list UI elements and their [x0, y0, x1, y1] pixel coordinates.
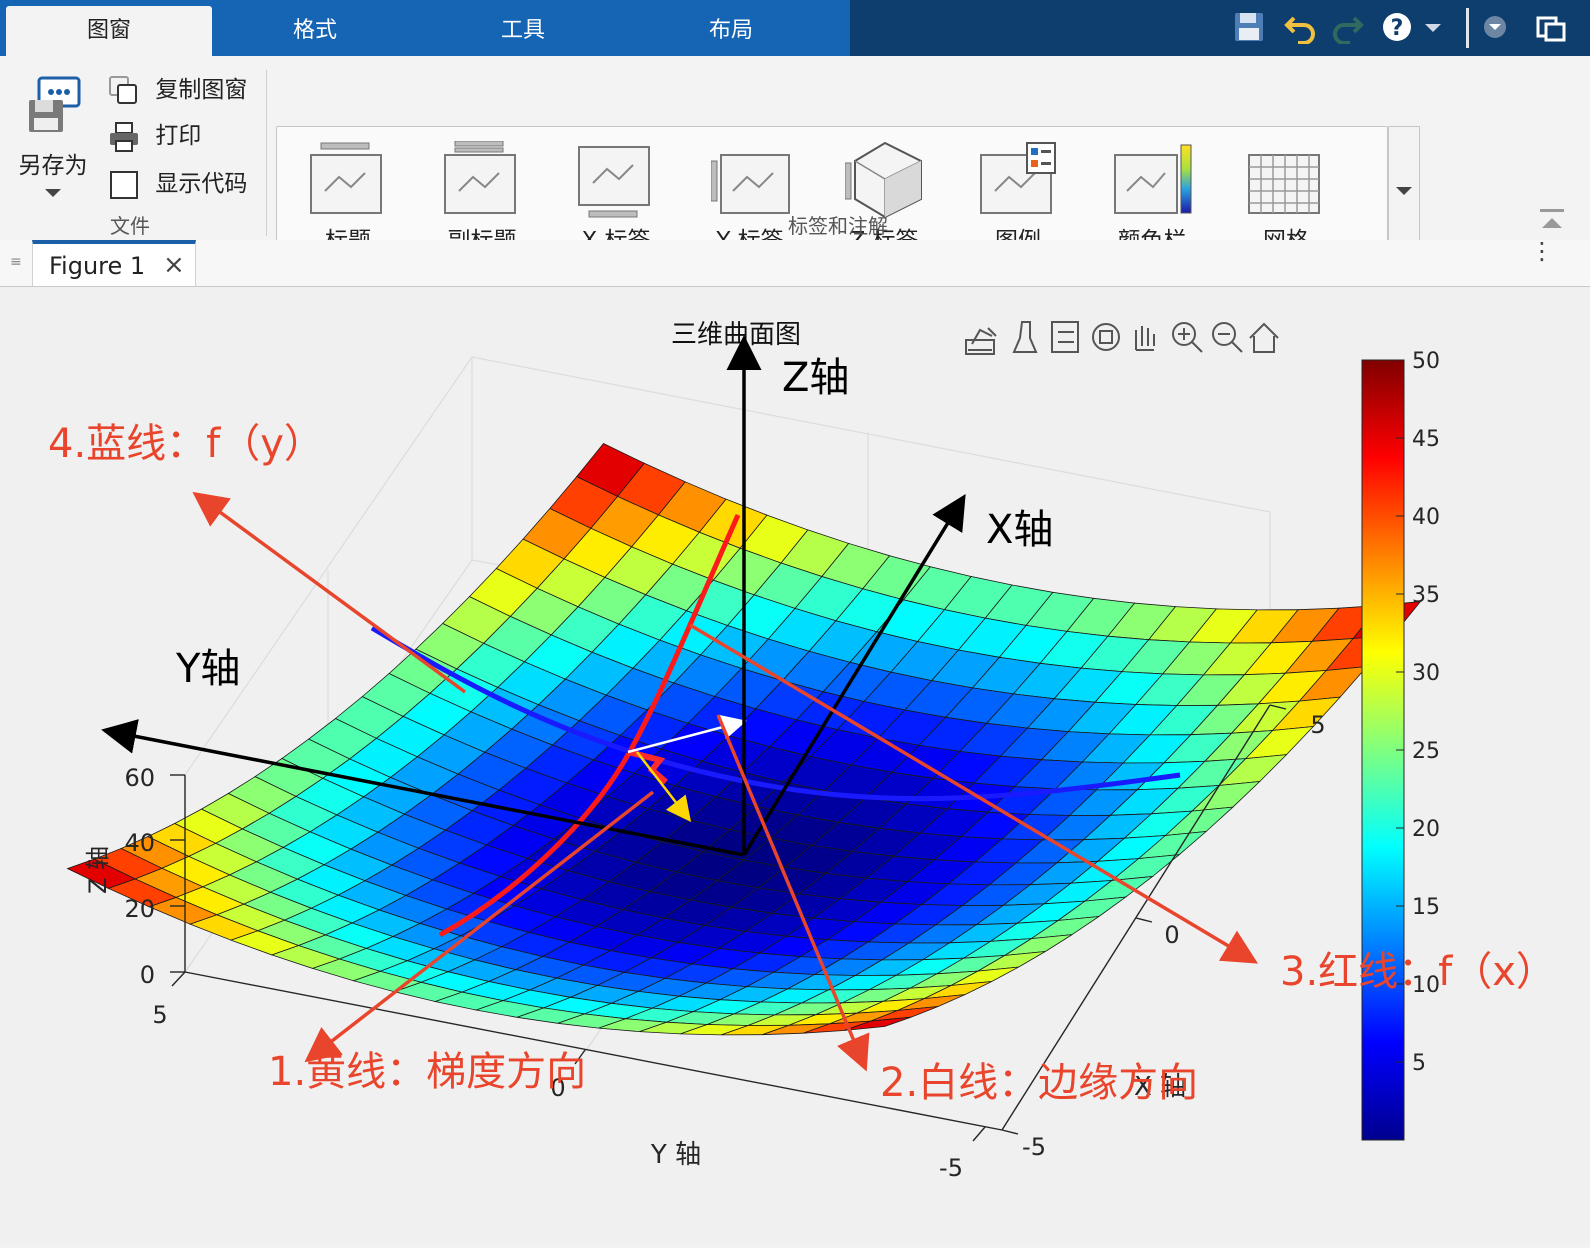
printer-icon [110, 121, 138, 152]
colorbar-tick-label: 40 [1412, 505, 1440, 530]
annotation-note1: 1.黄线：梯度方向 [268, 1049, 586, 1095]
colorbar-icon [1114, 144, 1192, 214]
undock-icon[interactable] [1534, 10, 1568, 44]
tab-tools[interactable]: 工具 [420, 6, 626, 56]
z-axis-label: Z 轴 [84, 846, 112, 894]
title-button[interactable]: 标题 [281, 133, 415, 257]
plot-svg: 60 40 20 0 Z 轴 5 0 -5 Y 轴 -5 0 5 X 轴 三维曲… [48, 320, 1556, 1182]
colorbar-tick-label: 35 [1412, 583, 1440, 608]
copy-icon [109, 75, 137, 104]
chevron-down-icon [45, 189, 61, 197]
z-tick-label: 0 [140, 961, 155, 989]
dropdown-icon[interactable] [1422, 10, 1444, 44]
colorbar-tick-label: 20 [1412, 817, 1440, 842]
colorbar-tick-label: 30 [1412, 661, 1440, 686]
colorbar-tick-label: 15 [1412, 895, 1440, 920]
zlabel-icon [845, 141, 922, 219]
colorbar-tick-label: 25 [1412, 739, 1440, 764]
brush-icon[interactable] [1012, 321, 1038, 353]
y-tick-label: -5 [939, 1154, 963, 1182]
colorbar-tick-label: 50 [1412, 349, 1440, 374]
pan-icon[interactable] [1135, 326, 1155, 351]
toolstrip-title-bar: 图窗 格式 工具 布局 ? [0, 0, 1590, 56]
home-icon[interactable] [1249, 322, 1279, 353]
figure-tab-title: Figure 1 [49, 252, 146, 280]
colorbar-tick-label: 45 [1412, 427, 1440, 452]
annotation-x-axis: X轴 [986, 507, 1053, 553]
collapse-ribbon-icon[interactable] [1538, 206, 1566, 232]
tab-layout[interactable]: 布局 [628, 6, 834, 56]
x-tick-label: 5 [1310, 711, 1325, 739]
colorbar-button[interactable]: 颜色栏 [1085, 133, 1219, 257]
y-tick-label: 5 [152, 1001, 167, 1029]
annotation-note2: 2.白线：边缘方向 [880, 1060, 1198, 1106]
subtitle-icon [444, 141, 516, 214]
z-tick-label: 20 [124, 895, 155, 923]
z-tick-label: 40 [124, 829, 155, 857]
file-group-label: 文件 [110, 214, 150, 238]
save-as-icon [29, 76, 81, 132]
data-tips-icon[interactable] [1051, 321, 1079, 353]
undo-icon[interactable] [1284, 10, 1318, 44]
title-icon [310, 142, 382, 214]
subtitle-button[interactable]: 副标题 [415, 133, 549, 257]
xlabel-button[interactable]: X 标签 [549, 133, 683, 257]
x-tick-label: -5 [1022, 1133, 1046, 1161]
labels-group-label: 标签和注解 [788, 214, 888, 238]
save-as-label: 另存为 [18, 153, 88, 179]
xlabel-icon [578, 146, 650, 218]
ribbon: 另存为 复制图窗 打印 显示代码 文件 标题 [0, 56, 1590, 260]
annotation-note3: 3.红线：f（x） [1280, 949, 1556, 995]
copy-figure-label: 复制图窗 [155, 77, 248, 103]
figure-tab[interactable]: Figure 1 × [32, 240, 196, 286]
legend-button[interactable]: 图例 [951, 133, 1085, 257]
close-icon[interactable]: × [163, 250, 185, 280]
help-icon[interactable]: ? [1380, 10, 1414, 44]
ylabel-icon [711, 154, 790, 214]
show-code-checkbox[interactable]: 显示代码 [108, 164, 247, 201]
colorbar-tick-label: 5 [1412, 1051, 1426, 1076]
z-tick-label: 60 [124, 764, 155, 792]
panel-menu-icon[interactable]: ≡ [10, 254, 22, 270]
print-label: 打印 [155, 123, 202, 149]
annotation-y-axis: Y轴 [175, 646, 240, 692]
more-options-icon[interactable]: ⋮ [1530, 239, 1554, 263]
chart-title: 三维曲面图 [671, 320, 801, 350]
save-icon[interactable] [1232, 10, 1266, 44]
checkbox-icon [110, 170, 138, 199]
zoom-in-icon[interactable] [1172, 322, 1203, 353]
ribbon-tab-strip: 图窗 格式 工具 布局 [0, 0, 850, 56]
collapse-icon[interactable] [1478, 10, 1512, 44]
redo-icon[interactable] [1330, 10, 1364, 44]
toolbar-divider [1466, 8, 1469, 48]
save-as-button[interactable]: 另存为 [10, 72, 96, 212]
tab-figure[interactable]: 图窗 [6, 6, 212, 56]
annotation-note4: 4.蓝线：f（y） [48, 421, 324, 467]
annotation-z-axis: Z轴 [782, 355, 849, 401]
grid-button[interactable]: 网格 [1219, 133, 1353, 257]
legend-icon [980, 142, 1056, 214]
export-icon[interactable] [965, 327, 997, 355]
print-button[interactable]: 打印 [108, 116, 201, 153]
zoom-out-icon[interactable] [1212, 322, 1243, 353]
show-code-label: 显示代码 [155, 171, 248, 197]
figure-canvas: 60 40 20 0 Z 轴 5 0 -5 Y 轴 -5 0 5 X 轴 三维曲… [0, 287, 1590, 1244]
y-axis-label: Y 轴 [650, 1140, 701, 1170]
axes-toolbar [965, 321, 1279, 355]
svg-text:?: ? [1391, 16, 1404, 41]
copy-figure-button[interactable]: 复制图窗 [108, 70, 247, 107]
grid-icon [1248, 154, 1320, 214]
x-tick-label: 0 [1164, 921, 1179, 949]
group-divider [266, 70, 267, 236]
figure-tab-bar: ≡ Figure 1 × ⋮ [0, 239, 1590, 287]
rotate-icon[interactable] [1092, 323, 1120, 351]
tab-format[interactable]: 格式 [212, 6, 418, 56]
